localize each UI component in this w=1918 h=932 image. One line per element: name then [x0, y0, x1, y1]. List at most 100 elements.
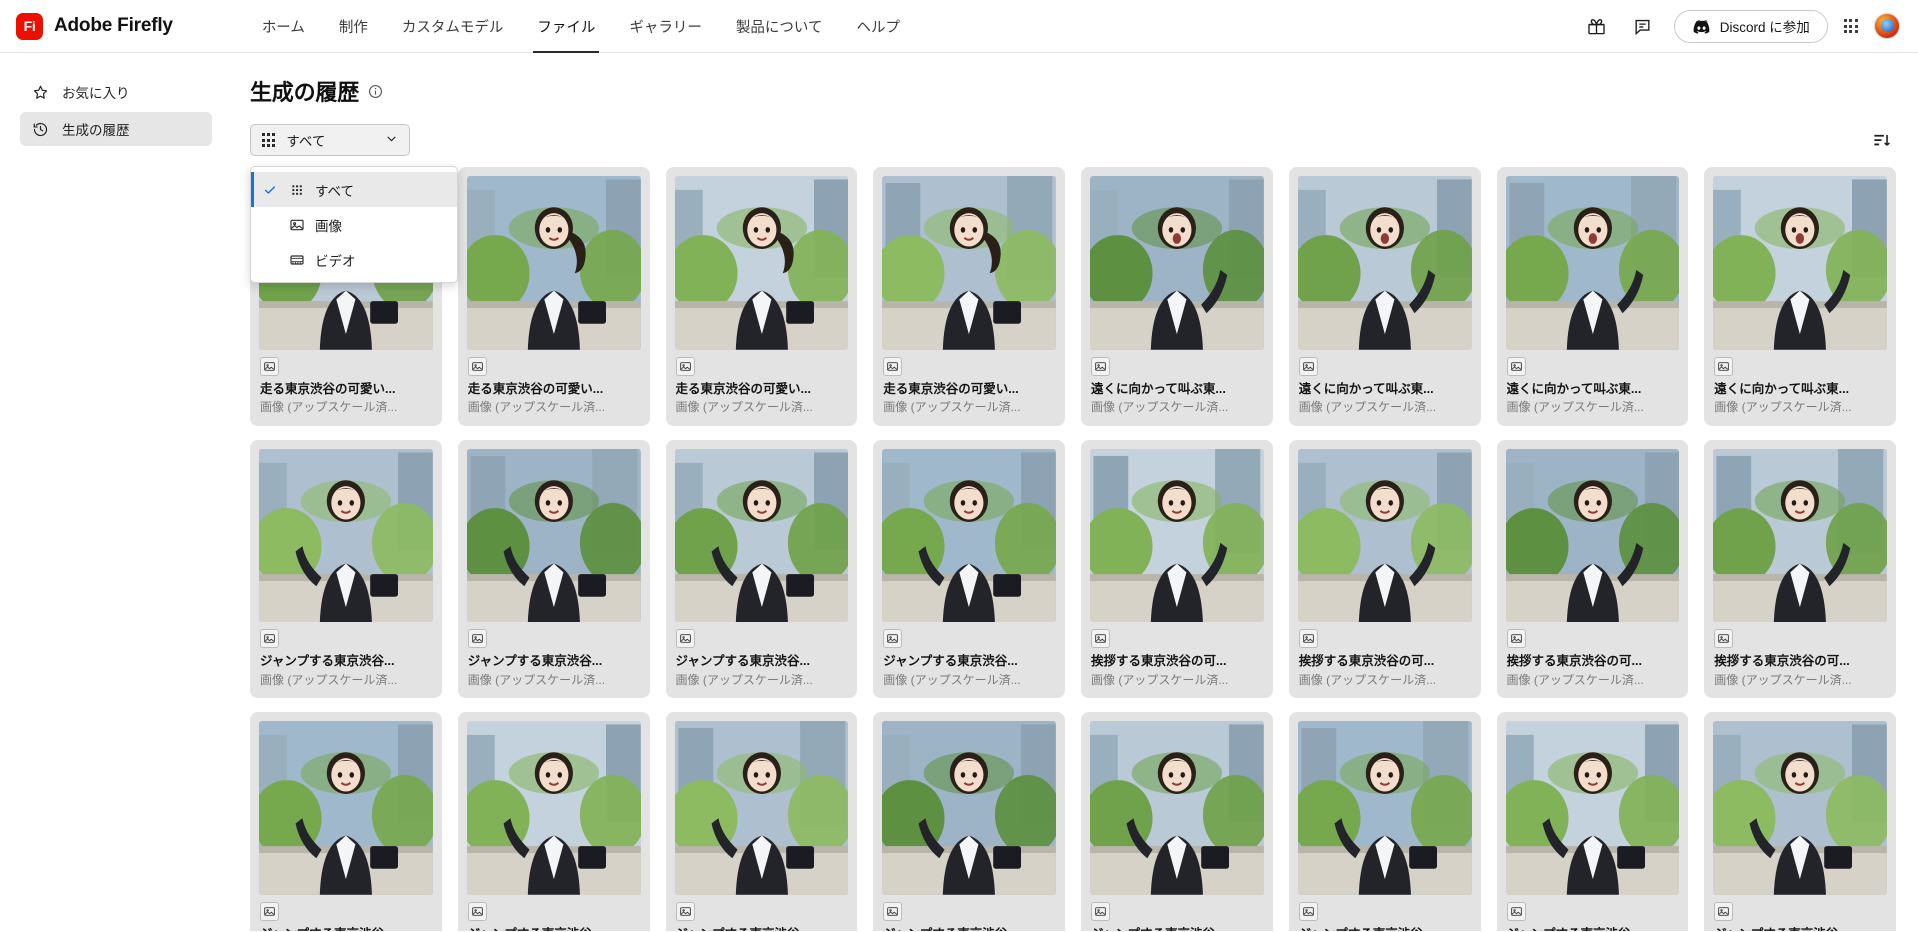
- history-card[interactable]: ジャンプする東京渋谷...画像 (アップスケール済...: [873, 712, 1065, 931]
- history-card[interactable]: 走る東京渋谷の可愛い... 画像 (アップスケール済...: [457, 167, 650, 426]
- app-grid-icon[interactable]: [1843, 18, 1858, 34]
- card-thumbnail: [1505, 721, 1680, 895]
- discord-join-button[interactable]: Discord に参加: [1673, 9, 1828, 43]
- image-icon: [883, 629, 903, 649]
- card-thumbnail: [1090, 721, 1264, 895]
- history-card[interactable]: ジャンプする東京渋谷...画像 (アップスケール済...: [250, 712, 442, 931]
- card-thumbnail: [1713, 721, 1887, 895]
- history-card[interactable]: 遠くに向かって叫ぶ東... 画像 (アップスケール済...: [1081, 167, 1273, 426]
- card-subtitle: 画像 (アップスケール済...: [1506, 400, 1644, 414]
- card-title: ジャンプする東京渋谷...: [1299, 926, 1471, 931]
- card-title: ジャンプする東京渋谷...: [1091, 926, 1263, 931]
- history-card[interactable]: 走る東京渋谷の可愛い... 画像 (アップスケール済...: [873, 167, 1065, 426]
- nav-link-4[interactable]: ギャラリー: [612, 0, 719, 53]
- nav-link-2[interactable]: カスタムモデル: [385, 0, 521, 53]
- image-icon: [1506, 901, 1526, 921]
- card-subtitle: 画像 (アップスケール済...: [675, 672, 813, 687]
- grid-dots-icon: [288, 182, 305, 198]
- sidebar-item-label: お気に入り: [62, 86, 130, 101]
- card-subtitle: 画像 (アップスケール済...: [1298, 400, 1437, 414]
- generation-history-grid: 走る東京渋谷の可愛い... 画像 (アップスケール済... 走る東京渋谷の可愛い..…: [246, 167, 1896, 931]
- brand-name: Adobe Firefly: [54, 15, 173, 36]
- history-card[interactable]: ジャンプする東京渋谷...画像 (アップスケール済...: [1288, 712, 1481, 931]
- brand-logo-area[interactable]: Fi Adobe Firefly: [16, 12, 173, 40]
- card-meta: ジャンプする東京渋谷...画像 (アップスケール済...: [882, 895, 1056, 931]
- card-meta: 遠くに向かって叫ぶ東... 画像 (アップスケール済...: [1090, 350, 1264, 416]
- card-title: 挨拶する東京渋谷の可...: [1506, 654, 1642, 669]
- sidebar-item-label: 生成の履歴: [62, 123, 130, 138]
- info-circle-icon[interactable]: [368, 84, 383, 99]
- type-filter-dropdown-menu: すべて 画像ビデオ: [250, 166, 458, 283]
- card-title: ジャンプする東京渋谷...: [1507, 926, 1679, 931]
- history-card[interactable]: 遠くに向かって叫ぶ東... 画像 (アップスケール済...: [1288, 167, 1481, 426]
- history-card[interactable]: ジャンプする東京渋谷...画像 (アップスケール済...: [457, 439, 650, 699]
- card-subtitle: 画像 (アップスケール済...: [1714, 672, 1852, 687]
- dropdown-option-1[interactable]: 画像: [251, 207, 457, 242]
- history-card[interactable]: ジャンプする東京渋谷... 画像 (アップスケール済...: [873, 439, 1065, 699]
- check-icon: [263, 183, 278, 197]
- history-card[interactable]: 挨拶する東京渋谷の可... 画像 (アップスケール済...: [1081, 439, 1273, 699]
- card-meta: ジャンプする東京渋谷...画像 (アップスケール済...: [1090, 895, 1264, 931]
- sidebar-item-1[interactable]: 生成の履歴: [20, 112, 212, 146]
- card-meta: ジャンプする東京渋谷...画像 (アップスケール済...: [1298, 895, 1472, 931]
- history-card[interactable]: 遠くに向かって叫ぶ東... 画像 (アップスケール済...: [1704, 167, 1896, 426]
- nav-link-5[interactable]: 製品について: [719, 0, 840, 53]
- gift-icon[interactable]: [1582, 11, 1612, 41]
- sort-descending-icon[interactable]: [1866, 125, 1896, 155]
- card-meta: ジャンプする東京渋谷...画像 (アップスケール済...: [1713, 895, 1887, 931]
- dropdown-option-label: ビデオ: [315, 253, 356, 269]
- card-meta: 挨拶する東京渋谷の可... 画像 (アップスケール済...: [1506, 622, 1680, 688]
- card-thumbnail: [466, 721, 641, 895]
- card-meta: 遠くに向かって叫ぶ東... 画像 (アップスケール済...: [1713, 350, 1887, 416]
- history-card[interactable]: 走る東京渋谷の可愛い... 画像 (アップスケール済...: [665, 167, 858, 426]
- dropdown-option-2[interactable]: ビデオ: [251, 242, 457, 277]
- top-navigation-bar: Fi Adobe Firefly ホーム 制作 カスタムモデル ファイル ギャラリー 製品…: [0, 0, 1918, 53]
- history-card[interactable]: ジャンプする東京渋谷...画像 (アップスケール済...: [1496, 712, 1689, 931]
- card-meta: 挨拶する東京渋谷の可... 画像 (アップスケール済...: [1090, 622, 1264, 688]
- history-clock-icon: [32, 121, 49, 138]
- image-icon: [883, 901, 903, 921]
- star-icon: [32, 84, 49, 101]
- page-title: 生成の履歴: [250, 80, 360, 105]
- history-card[interactable]: ジャンプする東京渋谷...画像 (アップスケール済...: [665, 712, 858, 931]
- type-filter-select[interactable]: すべて: [250, 124, 410, 156]
- image-icon: [1714, 356, 1734, 376]
- image-icon: [260, 356, 279, 376]
- card-subtitle: 画像 (アップスケール済...: [675, 400, 813, 414]
- discord-join-label: Discord に参加: [1719, 20, 1810, 35]
- image-icon: [1091, 629, 1110, 649]
- history-card[interactable]: ジャンプする東京渋谷...画像 (アップスケール済...: [665, 439, 858, 699]
- card-thumbnail: [882, 176, 1056, 350]
- history-card[interactable]: 遠くに向かって叫ぶ東... 画像 (アップスケール済...: [1496, 167, 1689, 426]
- chat-bubble-icon[interactable]: [1628, 11, 1658, 41]
- history-card[interactable]: ジャンプする東京渋谷...画像 (アップスケール済...: [457, 712, 650, 931]
- card-subtitle: 画像 (アップスケール済...: [467, 672, 606, 687]
- card-meta: ジャンプする東京渋谷...画像 (アップスケール済...: [675, 622, 849, 688]
- card-meta: 走る東京渋谷の可愛い... 画像 (アップスケール済...: [467, 350, 641, 416]
- nav-link-3[interactable]: ファイル: [520, 0, 612, 53]
- image-icon: [1091, 356, 1110, 376]
- card-title: ジャンプする東京渋谷...: [883, 654, 1018, 669]
- history-card[interactable]: ジャンプする東京渋谷...画像 (アップスケール済...: [250, 439, 442, 699]
- nav-link-1[interactable]: 制作: [322, 0, 385, 53]
- history-card[interactable]: ジャンプする東京渋谷...画像 (アップスケール済...: [1704, 712, 1896, 931]
- card-thumbnail: [259, 448, 433, 623]
- image-icon: [260, 629, 279, 649]
- history-card[interactable]: 挨拶する東京渋谷の可... 画像 (アップスケール済...: [1288, 439, 1481, 699]
- card-title: 走る東京渋谷の可愛い...: [260, 381, 396, 396]
- card-meta: 走る東京渋谷の可愛い... 画像 (アップスケール済...: [882, 350, 1056, 416]
- chevron-down-icon: [385, 132, 398, 148]
- history-card[interactable]: ジャンプする東京渋谷...画像 (アップスケール済...: [1081, 712, 1273, 931]
- card-subtitle: 画像 (アップスケール済...: [883, 672, 1021, 687]
- card-meta: ジャンプする東京渋谷...画像 (アップスケール済...: [259, 895, 433, 931]
- image-icon: [1506, 629, 1526, 649]
- card-thumbnail: [882, 721, 1056, 895]
- history-card[interactable]: 挨拶する東京渋谷の可... 画像 (アップスケール済...: [1704, 439, 1896, 699]
- avatar[interactable]: [1874, 13, 1900, 39]
- dropdown-option-0[interactable]: すべて: [251, 172, 457, 207]
- type-filter-value: すべて: [286, 134, 326, 149]
- sidebar-item-0[interactable]: お気に入り: [20, 75, 212, 109]
- nav-link-6[interactable]: ヘルプ: [839, 0, 917, 53]
- history-card[interactable]: 挨拶する東京渋谷の可... 画像 (アップスケール済...: [1496, 439, 1689, 699]
- nav-link-0[interactable]: ホーム: [245, 0, 322, 53]
